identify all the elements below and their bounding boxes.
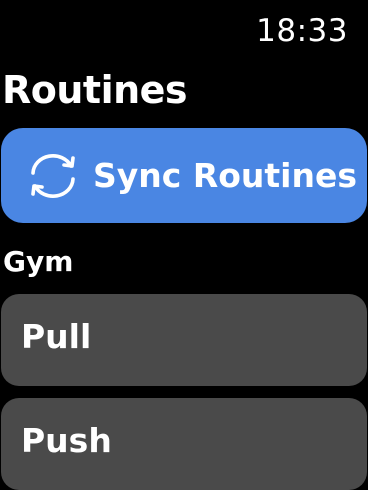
sync-routines-button[interactable]: Sync Routines (1, 128, 367, 223)
status-time: 18:33 (256, 13, 348, 49)
sync-routines-label: Sync Routines (93, 156, 357, 195)
page-title: Routines (2, 68, 188, 112)
routine-item-pull[interactable]: Pull (1, 294, 367, 386)
routine-item-label: Push (21, 421, 112, 460)
sync-arrows-icon (25, 151, 81, 201)
section-header-gym: Gym (3, 245, 74, 278)
routine-item-label: Pull (21, 317, 92, 356)
routine-item-push[interactable]: Push (1, 398, 367, 490)
